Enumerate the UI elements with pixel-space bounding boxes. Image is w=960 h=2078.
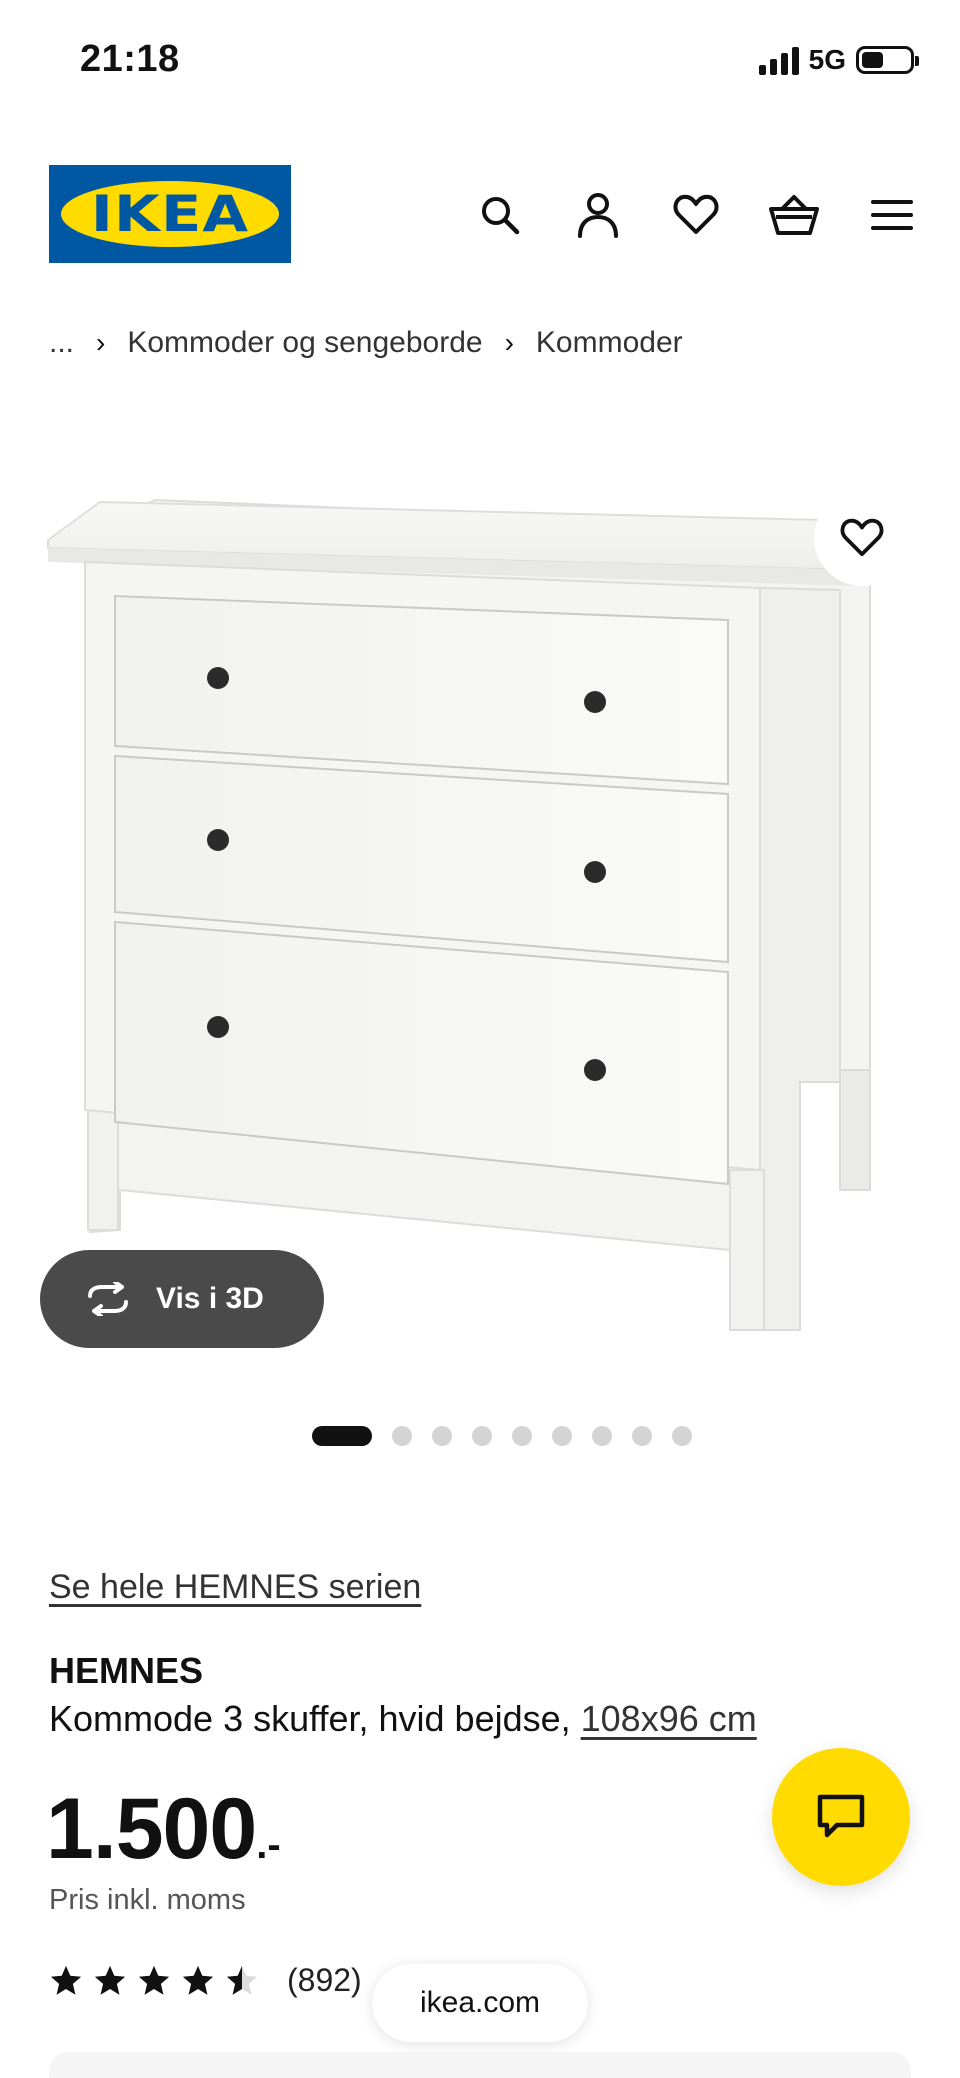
star-icon [226,1965,258,1995]
product-dimensions-link[interactable]: 108x96 cm [581,1698,757,1739]
battery-icon [856,46,919,74]
star-icon [182,1965,214,1995]
status-indicators: 5G [758,44,919,76]
status-time: 21:18 [80,38,180,80]
product-name: HEMNES [49,1650,204,1691]
breadcrumb-item-kommoder[interactable]: Kommoder [536,326,683,360]
account-icon[interactable] [570,187,626,243]
star-icon [50,1965,82,1995]
rating-stars [49,1964,259,1998]
search-icon[interactable] [472,187,528,243]
review-count: (892) [287,1962,362,1998]
pagination-dot[interactable] [592,1426,612,1446]
star-icon [94,1965,126,1995]
status-bar: 21:18 5G [0,0,960,120]
view-in-3d-label: Vis i 3D [156,1282,264,1315]
product-description: Kommode 3 skuffer, hvid bejdse, 108x96 c… [49,1698,757,1740]
price-note: Pris inkl. moms [49,1884,246,1916]
basket-icon[interactable] [766,187,822,243]
breadcrumb-ellipsis[interactable]: ... [49,326,74,360]
pagination-dot[interactable] [552,1426,572,1446]
product-rating[interactable]: (892) [49,1962,362,1999]
menu-icon[interactable] [864,187,920,243]
url-text: ikea.com [419,1986,541,2019]
add-to-favourites-button[interactable] [814,490,910,586]
rotate-3d-icon [88,1282,128,1316]
pagination-dot[interactable] [432,1426,452,1446]
pagination-dot[interactable] [512,1426,532,1446]
series-link[interactable]: Se hele HEMNES serien [49,1568,421,1607]
bottom-card [49,2052,911,2078]
price-amount: 1.500 [46,1781,257,1877]
network-type: 5G [808,44,846,75]
breadcrumb: ... › Kommoder og sengeborde › Kommoder [49,326,683,360]
product-description-text: Kommode 3 skuffer, hvid bejdse, [49,1698,581,1739]
pagination-dot[interactable] [672,1426,692,1446]
browser-url-bar[interactable]: ikea.com [372,1964,588,2042]
product-price: 1.500 .- [46,1780,281,1879]
pagination-dot[interactable] [312,1426,372,1446]
chat-icon [817,1794,865,1838]
heart-icon[interactable] [668,187,724,243]
pagination-dot[interactable] [632,1426,652,1446]
star-icon [138,1965,170,1995]
heart-icon [840,518,884,557]
chevron-right-icon: › [96,327,106,358]
price-suffix: .- [256,1823,281,1867]
header-icons [472,187,920,243]
pagination-dot[interactable] [472,1426,492,1446]
image-pagination [312,1426,692,1446]
logo-text: IKEA [90,185,250,243]
breadcrumb-item-kommoder-og-sengeborde[interactable]: Kommoder og sengeborde [127,326,482,360]
signal-icon [758,45,799,75]
product-image[interactable] [40,470,920,1340]
site-header: IKEA [0,165,960,265]
ikea-logo[interactable]: IKEA [49,165,291,263]
chat-button[interactable] [772,1748,910,1886]
chevron-right-icon: › [504,327,514,358]
view-in-3d-button[interactable]: Vis i 3D [40,1250,324,1348]
pagination-dot[interactable] [392,1426,412,1446]
